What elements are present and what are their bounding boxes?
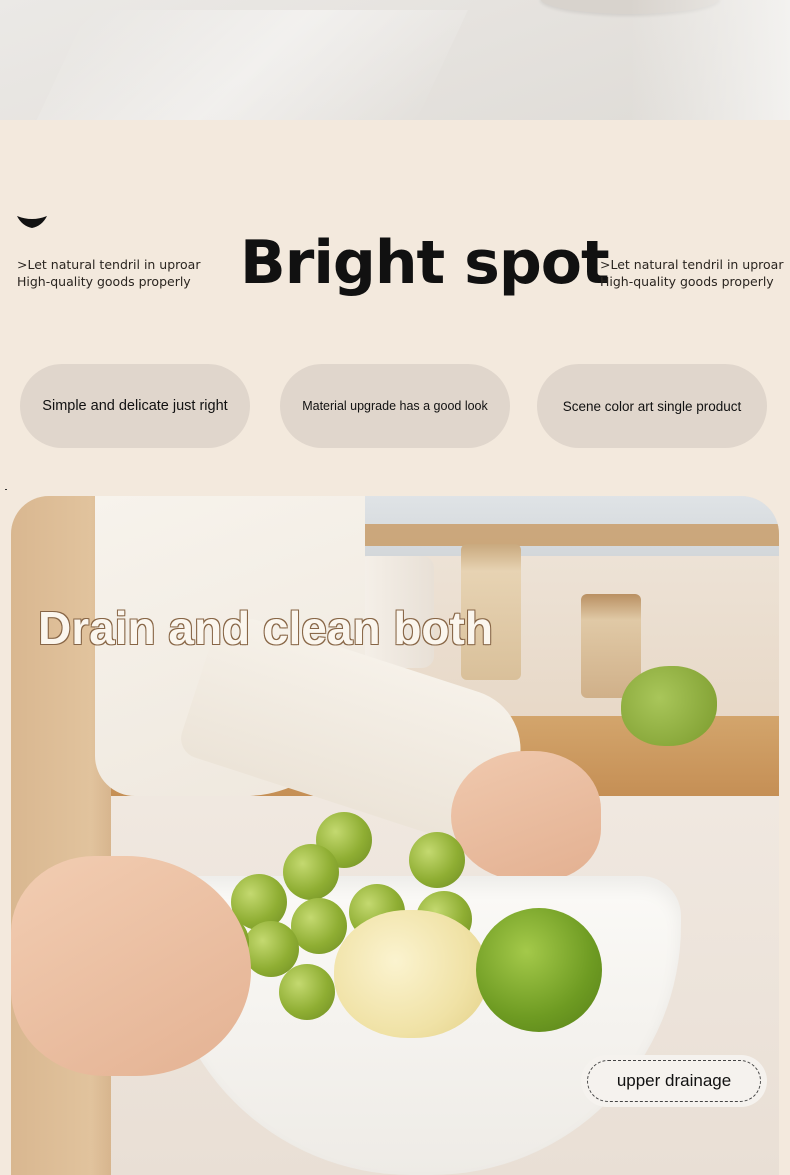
- feature-pill-material: Material upgrade has a good look: [280, 364, 510, 448]
- section-title: Bright spot: [240, 228, 610, 298]
- grape: [283, 844, 339, 900]
- feature-pill-scene: Scene color art single product: [537, 364, 767, 448]
- tagline-right-line2: High-quality goods properly: [600, 274, 774, 289]
- right-hand: [451, 751, 601, 881]
- grape: [291, 898, 347, 954]
- feature-pill-label: Material upgrade has a good look: [302, 399, 488, 413]
- tagline-right-line1: >Let natural tendril in uproar: [600, 257, 784, 272]
- tagline-left: >Let natural tendril in uproar High-qual…: [17, 256, 200, 290]
- product-photo: Drain and clean both upper drainage: [11, 496, 779, 1175]
- top-photo-strip: [0, 0, 790, 120]
- photo-edge: [630, 0, 790, 120]
- apple: [334, 910, 488, 1038]
- drainage-badge: upper drainage: [581, 1055, 767, 1107]
- drainage-badge-label: upper drainage: [587, 1060, 761, 1102]
- feature-pill-simple: Simple and delicate just right: [20, 364, 250, 448]
- lime: [476, 908, 602, 1032]
- photo-title: Drain and clean both: [38, 602, 493, 654]
- feature-pill-label: Scene color art single product: [562, 398, 742, 414]
- starfruit: [621, 666, 717, 746]
- grape: [409, 832, 465, 888]
- chevron-down-icon: [17, 216, 47, 228]
- tagline-right: >Let natural tendril in uproar High-qual…: [600, 256, 783, 290]
- stray-mark: [5, 489, 7, 490]
- tagline-left-line1: >Let natural tendril in uproar: [17, 257, 201, 272]
- light-streak: [32, 10, 468, 120]
- feature-pill-label: Simple and delicate just right: [42, 398, 228, 414]
- grape: [279, 964, 335, 1020]
- tagline-left-line2: High-quality goods properly: [17, 274, 191, 289]
